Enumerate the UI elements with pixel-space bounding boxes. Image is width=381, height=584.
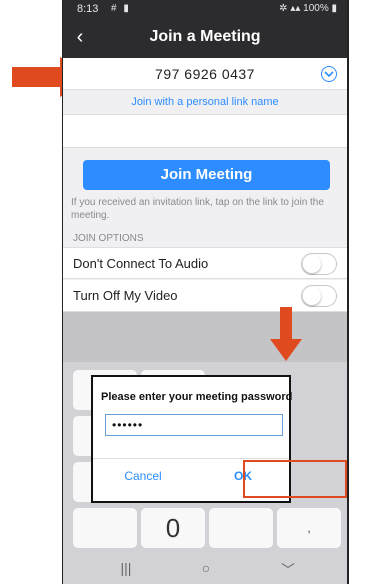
dimmed-area (63, 312, 347, 362)
cancel-button[interactable]: Cancel (93, 465, 193, 487)
notification-icons: # ▮ (111, 3, 131, 14)
battery-percent: 100% (303, 3, 329, 14)
system-nav-bar: ||| ○ ﹀ (63, 556, 347, 584)
password-prompt: Please enter your meeting password (101, 391, 293, 403)
password-input[interactable]: •••••• (105, 414, 283, 436)
status-time: 8:13 (77, 3, 99, 15)
ok-highlight-box (243, 460, 347, 498)
join-options-header: JOIN OPTIONS (73, 233, 144, 244)
key-blank (73, 508, 137, 548)
battery-icon: ▮ (328, 3, 337, 14)
invitation-hint: If you received an invitation link, tap … (71, 197, 324, 221)
option-label-audio: Don't Connect To Audio (73, 256, 209, 271)
personal-link-name-link[interactable]: Join with a personal link name (63, 96, 347, 108)
screen-name-input[interactable] (63, 115, 347, 147)
key-comma[interactable]: , (277, 508, 341, 548)
option-row-audio: Don't Connect To Audio (63, 247, 347, 279)
dialog-divider (93, 458, 289, 459)
key-backspace[interactable] (209, 508, 273, 548)
video-toggle[interactable] (301, 285, 337, 307)
battery-status: ✲ ▴▴ 100% ▮ (279, 3, 337, 14)
nav-back-icon[interactable]: ﹀ (273, 560, 303, 580)
key-0[interactable]: 0 (141, 508, 205, 548)
app-bar: ‹ Join a Meeting (63, 18, 347, 58)
meeting-id-value[interactable]: 797 6926 0437 (63, 66, 347, 82)
signal-icon: ✲ ▴▴ (279, 3, 304, 14)
status-bar: 8:13 # ▮ ✲ ▴▴ 100% ▮ (63, 0, 347, 18)
annotation-arrow-down-icon (270, 307, 302, 361)
recent-apps-icon[interactable]: ||| (111, 560, 141, 576)
option-row-video: Turn Off My Video (63, 280, 347, 312)
screen-name-field[interactable] (63, 114, 347, 148)
home-icon[interactable]: ○ (191, 560, 221, 576)
meeting-id-field[interactable]: 797 6926 0437 (63, 58, 347, 90)
chevron-down-icon[interactable] (321, 66, 337, 82)
join-meeting-button[interactable]: Join Meeting (83, 160, 330, 190)
option-label-video: Turn Off My Video (73, 288, 178, 303)
audio-toggle[interactable] (301, 253, 337, 275)
page-title: Join a Meeting (149, 28, 261, 45)
